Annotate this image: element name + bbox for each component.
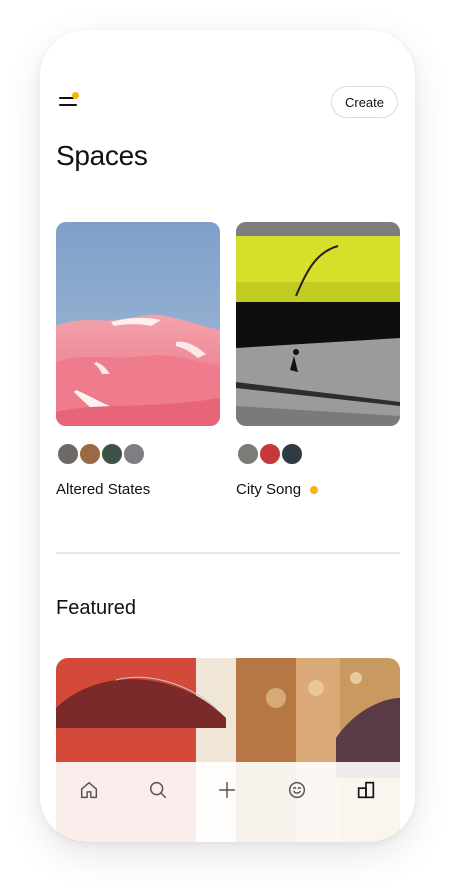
skater-image <box>236 222 400 426</box>
avatar <box>258 442 282 466</box>
search-icon <box>150 781 167 799</box>
menu-button[interactable] <box>57 92 83 114</box>
avatar <box>122 442 146 466</box>
tab-bar <box>40 762 415 842</box>
tab-home[interactable] <box>67 776 111 804</box>
avatar <box>100 442 124 466</box>
create-button[interactable]: Create <box>331 86 398 118</box>
avatar <box>78 442 102 466</box>
tab-activity[interactable] <box>275 776 319 804</box>
tab-spaces[interactable] <box>344 776 388 804</box>
spaces-icon <box>358 781 375 799</box>
space-thumbnail[interactable] <box>236 222 400 426</box>
space-card-city-song[interactable]: City Song <box>236 222 400 498</box>
space-title[interactable]: Altered States <box>56 481 220 498</box>
space-title[interactable]: City Song <box>236 481 400 498</box>
notification-dot <box>72 92 79 99</box>
tab-search[interactable] <box>136 776 180 804</box>
avatar <box>280 442 304 466</box>
member-avatars <box>56 442 220 466</box>
tab-create[interactable] <box>205 776 249 804</box>
section-divider <box>56 552 400 554</box>
space-title-text: Altered States <box>56 481 151 498</box>
phone-screen: Create Spaces Altered States City Song F… <box>40 30 415 842</box>
member-avatars <box>236 442 400 466</box>
home-icon <box>80 781 97 799</box>
avatar <box>236 442 260 466</box>
space-title-text: City Song <box>236 481 302 498</box>
space-thumbnail[interactable] <box>56 222 220 426</box>
avatar <box>56 442 80 466</box>
plus-icon <box>219 781 236 799</box>
featured-section-title: Featured <box>56 597 137 619</box>
menu-icon-bar <box>59 104 77 106</box>
space-card-altered-states[interactable]: Altered States <box>56 222 220 498</box>
page-title: Spaces <box>56 140 148 171</box>
smiley-icon <box>288 781 305 799</box>
new-content-dot <box>310 485 319 494</box>
pink-dunes-image <box>56 222 220 426</box>
